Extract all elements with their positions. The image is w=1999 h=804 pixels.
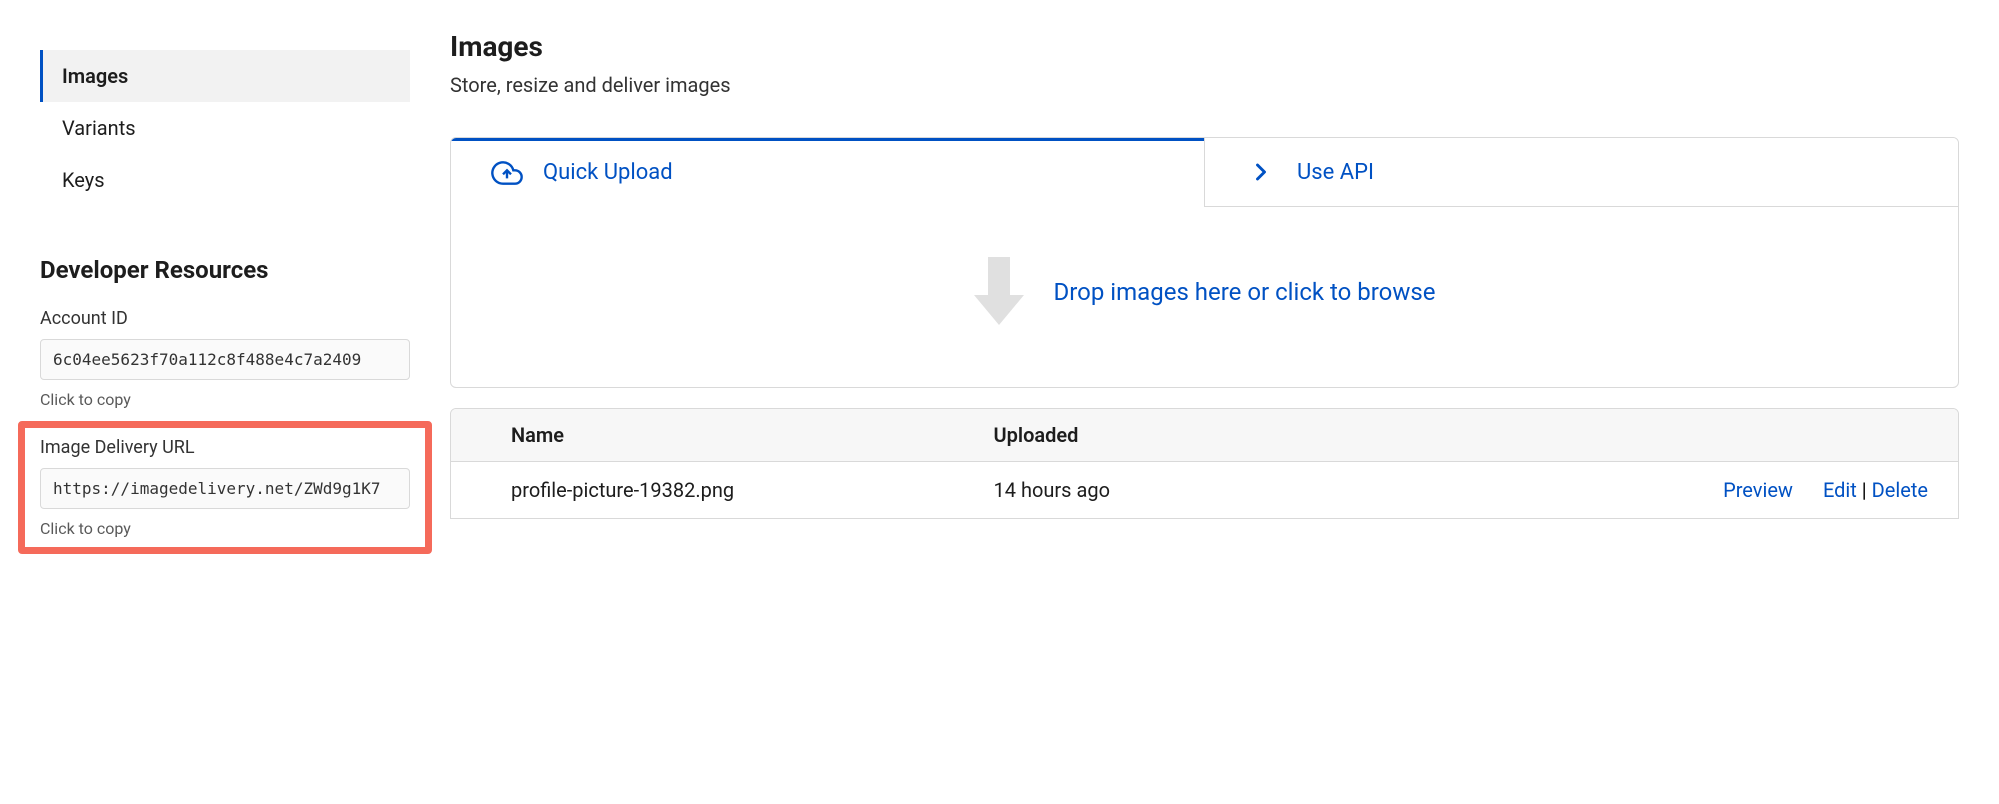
account-id-hint: Click to copy xyxy=(40,390,410,409)
page-subtitle: Store, resize and deliver images xyxy=(450,73,1959,97)
delete-link[interactable]: Delete xyxy=(1872,478,1928,502)
table-row: profile-picture-19382.png 14 hours ago P… xyxy=(451,462,1958,518)
image-delivery-url-label: Image Delivery URL xyxy=(40,437,410,458)
developer-resources-title: Developer Resources xyxy=(40,256,410,284)
sidebar-nav: Images Variants Keys xyxy=(40,50,410,206)
page-title: Images xyxy=(450,30,1959,63)
image-delivery-url-hint: Click to copy xyxy=(40,519,410,538)
cell-actions: Preview Edit | Delete xyxy=(1446,478,1958,502)
sidebar-item-images[interactable]: Images xyxy=(40,50,410,102)
tab-use-api-label: Use API xyxy=(1297,160,1374,185)
sidebar-item-keys[interactable]: Keys xyxy=(40,154,410,206)
edit-link[interactable]: Edit xyxy=(1823,478,1857,502)
cloud-upload-icon xyxy=(491,157,523,189)
image-delivery-url-group: Image Delivery URL https://imagedelivery… xyxy=(40,437,410,538)
image-delivery-url-value[interactable]: https://imagedelivery.net/ZWd9g1K7 xyxy=(40,468,410,509)
account-id-group: Account ID 6c04ee5623f70a112c8f488e4c7a2… xyxy=(40,308,410,409)
account-id-label: Account ID xyxy=(40,308,410,329)
chevron-right-icon xyxy=(1245,156,1277,188)
header-uploaded: Uploaded xyxy=(994,423,1446,447)
preview-link[interactable]: Preview xyxy=(1723,478,1793,502)
sidebar: Images Variants Keys Developer Resources… xyxy=(40,20,410,804)
account-id-value[interactable]: 6c04ee5623f70a112c8f488e4c7a2409 xyxy=(40,339,410,380)
arrow-down-icon xyxy=(974,257,1024,327)
dropzone-text: Drop images here or click to browse xyxy=(1054,278,1436,306)
action-separator: | xyxy=(1857,478,1872,502)
tab-use-api[interactable]: Use API xyxy=(1204,138,1958,207)
images-table: Name Uploaded profile-picture-19382.png … xyxy=(450,408,1959,519)
dropzone[interactable]: Drop images here or click to browse xyxy=(451,207,1958,387)
sidebar-item-variants[interactable]: Variants xyxy=(40,102,410,154)
tab-quick-upload-label: Quick Upload xyxy=(543,160,673,185)
cell-uploaded: 14 hours ago xyxy=(994,478,1446,502)
upload-tabs: Quick Upload Use API xyxy=(451,138,1958,207)
developer-resources: Developer Resources Account ID 6c04ee562… xyxy=(40,256,410,538)
header-name: Name xyxy=(451,423,994,447)
header-actions xyxy=(1446,423,1958,447)
upload-container: Quick Upload Use API Drop images here or… xyxy=(450,137,1959,388)
cell-name: profile-picture-19382.png xyxy=(451,478,994,502)
tab-quick-upload[interactable]: Quick Upload xyxy=(451,138,1204,207)
table-header: Name Uploaded xyxy=(451,409,1958,462)
main-content: Images Store, resize and deliver images … xyxy=(450,20,1959,804)
